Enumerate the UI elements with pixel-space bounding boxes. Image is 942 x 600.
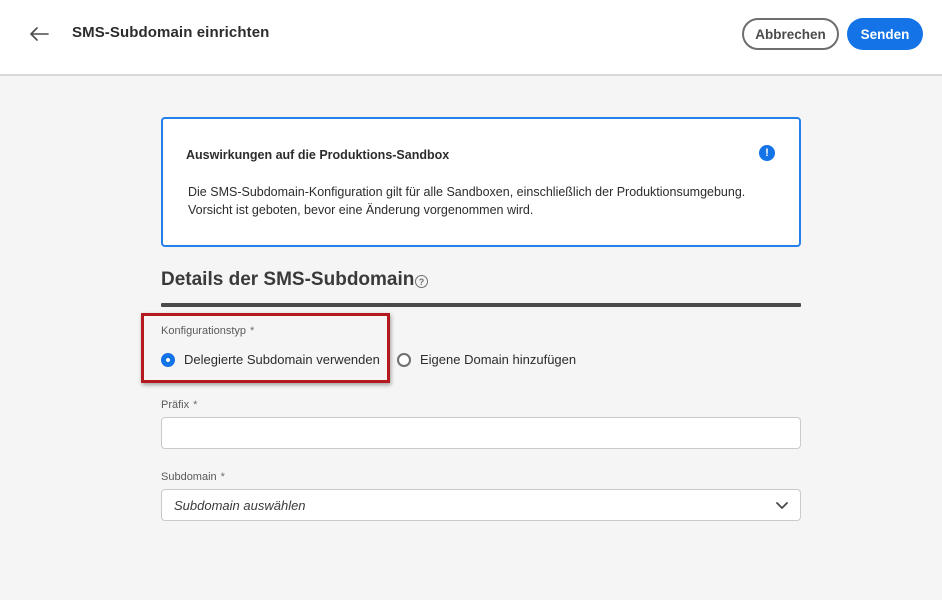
highlight-annotation: [141, 313, 390, 383]
prefix-label: Präfix *: [161, 399, 197, 411]
help-icon[interactable]: ?: [415, 275, 428, 288]
section-title: Details der SMS-Subdomain: [161, 269, 415, 290]
send-button[interactable]: Senden: [847, 18, 923, 50]
cancel-button[interactable]: Abbrechen: [742, 18, 839, 50]
subdomain-label: Subdomain *: [161, 471, 225, 483]
back-button[interactable]: [26, 22, 52, 46]
radio-own-domain[interactable]: Eigene Domain hinzufügen: [397, 352, 576, 367]
alert-body: Die SMS-Subdomain-Konfiguration gilt für…: [188, 183, 788, 219]
required-mark: *: [193, 399, 198, 411]
required-mark: *: [220, 471, 225, 483]
page-header: SMS-Subdomain einrichten Abbrechen Sende…: [0, 0, 942, 76]
arrow-left-icon: [30, 27, 49, 41]
section-divider: [161, 303, 801, 307]
subdomain-placeholder: Subdomain auswählen: [174, 497, 306, 513]
radio-button-checked[interactable]: [161, 352, 175, 367]
alert-body-line: Vorsicht ist geboten, bevor eine Änderun…: [188, 203, 534, 217]
radio-label: Delegierte Subdomain verwenden: [184, 352, 380, 367]
production-sandbox-alert: Auswirkungen auf die Produktions-Sandbox…: [161, 117, 801, 247]
alert-title: Auswirkungen auf die Produktions-Sandbox: [186, 148, 450, 162]
prefix-label-text: Präfix: [161, 399, 190, 411]
radio-label: Eigene Domain hinzufügen: [420, 352, 577, 367]
page-title: SMS-Subdomain einrichten: [72, 24, 270, 41]
subdomain-select[interactable]: Subdomain auswählen: [161, 489, 801, 521]
subdomain-label-text: Subdomain: [161, 471, 217, 483]
prefix-input[interactable]: [161, 417, 801, 449]
radio-delegated-subdomain[interactable]: Delegierte Subdomain verwenden: [161, 352, 380, 367]
alert-body-line: Die SMS-Subdomain-Konfiguration gilt für…: [188, 185, 746, 199]
chevron-down-icon: [776, 502, 788, 509]
info-icon: !: [759, 145, 775, 161]
radio-button-unchecked[interactable]: [397, 352, 411, 367]
